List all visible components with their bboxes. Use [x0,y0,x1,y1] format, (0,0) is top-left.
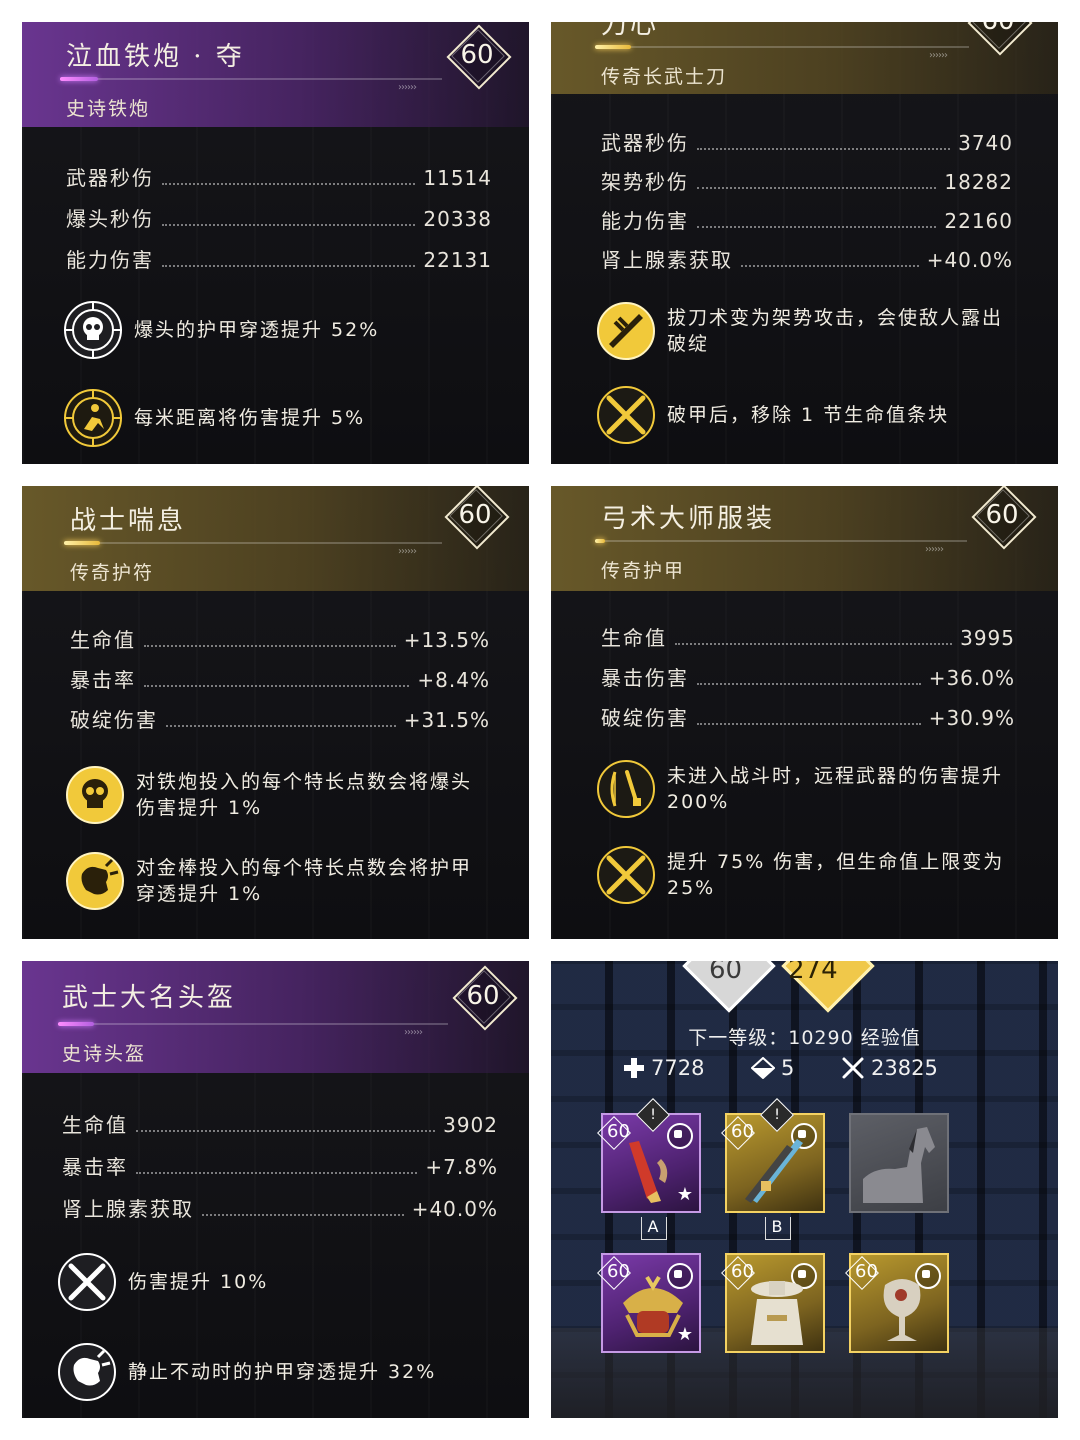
stat-row: 暴击率 +8.4% [70,668,490,692]
item-card-charm[interactable]: 战士喘息 ›››››› 传奇护符 60 生命值 +13.5% 暴击率 +8.4% 破… [22,486,529,939]
gear-slot-katana[interactable]: ! 60 B [721,1098,825,1240]
level-badge: 60 [969,486,1037,550]
running-target-icon [62,387,124,449]
attack-stat: 23825 [841,1056,938,1080]
item-card-rifle[interactable]: 泣血铁炮 · 夺 ›››››› 史诗铁炮 60 武器秒伤 11514 爆头秒伤 20… [22,22,529,464]
stat-row: 暴击率 +7.8% [62,1155,498,1179]
level-badge: 60 [444,22,512,90]
item-title: 泣血铁炮 · 夺 [66,42,245,72]
stat-row: 生命值 3995 [601,626,1015,650]
item-rarity: 传奇护符 [70,562,155,584]
armor-icon [751,1281,803,1345]
fist-impact-icon [64,850,126,912]
stat-row: 破绽伤害 +31.5% [70,708,490,732]
gear-slot-charm[interactable]: 60 [845,1253,949,1353]
plus-icon [624,1058,644,1078]
skull-crosshair-icon [62,299,124,361]
perk[interactable]: 未进入战斗时，远程武器的伤害提升 200% [595,758,1035,820]
item-card-armor[interactable]: 弓术大师服装 ›››››› 传奇护甲 60 生命值 3995 暴击伤害 +36.0%… [551,486,1058,939]
gear-slot-helmet[interactable]: 60 ★ [597,1253,701,1353]
charm-icon [883,1279,921,1341]
katana-icon [745,1139,803,1203]
crossed-swords-icon [595,844,657,906]
stat-row: 生命值 +13.5% [70,628,490,652]
xp-bar [60,77,442,81]
gear-slot-horse[interactable] [849,1113,949,1213]
stat-row: 架势秒伤 18282 [601,170,1013,194]
crossed-swords-icon [595,384,657,446]
card-header: 战士喘息 ›››››› 传奇护符 60 [22,486,529,591]
perk[interactable]: 提升 75% 伤害，但生命值上限变为 25% [595,844,1035,906]
gear-slot-rifle[interactable]: ! 60 ★ A [597,1098,701,1240]
perk[interactable]: 伤害提升 10% [56,1251,506,1313]
perk[interactable]: 破甲后，移除 1 节生命值条块 [595,384,1015,446]
item-title: 战士喘息 [70,506,187,536]
level-badge: 60 [965,22,1033,56]
stat-row: 武器秒伤 11514 [66,166,492,190]
skull-icon [64,764,126,826]
item-rarity: 传奇护甲 [601,560,686,582]
perk[interactable]: 静止不动时的护甲穿透提升 32% [56,1341,506,1403]
horse-icon [863,1127,935,1203]
item-card-helmet[interactable]: 武士大名头盔 ›››››› 史诗头盔 60 生命值 3902 暴击率 +7.8% 肾… [22,961,529,1418]
crossed-swords-icon [842,1057,864,1079]
perk[interactable]: 爆头的护甲穿透提升 52% [62,299,512,361]
stat-row: 肾上腺素获取 +40.0% [601,248,1013,272]
item-title: 武士大名头盔 [62,983,237,1013]
perk[interactable]: 每米距离将伤害提升 5% [62,387,512,449]
stat-row: 能力伤害 22160 [601,209,1013,233]
item-rarity: 史诗头盔 [62,1043,147,1065]
perk[interactable]: 拔刀术变为架势攻击，会使敌人露出破绽 [595,300,1015,362]
item-title: 弓术大师服装 [601,504,776,534]
perk[interactable]: 对金棒投入的每个特长点数会将护甲穿透提升 1% [64,850,504,912]
level-badge: 60 [450,963,518,1031]
card-header: 刀心 ›››››› 传奇长武士刀 60 [551,22,1058,94]
xp-bar [58,1022,448,1026]
fist-impact-icon [56,1341,118,1403]
gear-slot-armor[interactable]: 60 [721,1253,825,1353]
gear-overview-panel: 60 274 下一等级：10290 经验值 7728 5 23825 ! 60 … [551,961,1058,1418]
diamond-icon [751,1057,775,1079]
xp-bar [64,541,442,545]
card-header: 弓术大师服装 ›››››› 传奇护甲 60 [551,486,1058,591]
item-title: 刀心 [601,22,660,40]
stat-row: 肾上腺素获取 +40.0% [62,1197,498,1221]
ranged-weapons-icon [595,758,657,820]
card-header: 武士大名头盔 ›››››› 史诗头盔 60 [22,961,529,1073]
item-rarity: 传奇长武士刀 [601,66,728,88]
stat-row: 爆头秒伤 20338 [66,207,492,231]
crossed-swords-icon [56,1251,118,1313]
stat-row: 暴击伤害 +36.0% [601,666,1015,690]
health-stat: 7728 [623,1056,704,1080]
star-icon: ★ [676,1184,693,1205]
stat-row: 武器秒伤 3740 [601,131,1013,155]
perk[interactable]: 对铁炮投入的每个特长点数会将爆头伤害提升 1% [64,764,504,826]
star-icon: ★ [676,1324,693,1345]
points-stat: 5 [751,1056,794,1080]
xp-bar [595,539,967,543]
level-badge: 60 [442,486,510,550]
stat-row: 能力伤害 22131 [66,248,492,272]
blade-draw-icon [595,300,657,362]
card-header: 泣血铁炮 · 夺 ›››››› 史诗铁炮 60 [22,22,529,127]
stat-row: 破绽伤害 +30.9% [601,706,1015,730]
next-level-xp: 下一等级：10290 经验值 [688,1027,921,1049]
stat-row: 生命值 3902 [62,1113,498,1137]
xp-bar [595,45,969,49]
item-card-katana[interactable]: 刀心 ›››››› 传奇长武士刀 60 武器秒伤3740 架势秒伤18282 能… [551,22,1058,464]
item-rarity: 史诗铁炮 [66,98,151,120]
